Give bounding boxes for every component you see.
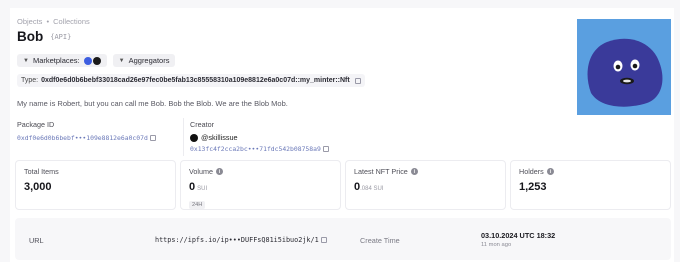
stat-card-latest-price: Latest NFT Price i 0.084 SUI bbox=[345, 160, 506, 210]
stat-label: Holders i bbox=[519, 167, 662, 176]
details-card: URL https://ipfs.io/ip•••DUFFsQ81i5ibuo2… bbox=[15, 218, 671, 260]
url-row: https://ipfs.io/ip•••DUFFsQ81i5ibuo2jk/1 bbox=[155, 236, 327, 244]
breadcrumb-separator: • bbox=[46, 17, 50, 26]
url-label: URL bbox=[29, 236, 44, 245]
type-value: 0xdf0e6d0b6bebf33018cad26e97fec0be5fab13… bbox=[41, 77, 350, 84]
creator-block: Creator @skillissue 0x13fc4f2cca2bc•••71… bbox=[190, 120, 329, 153]
stat-label-text: Volume bbox=[189, 167, 213, 176]
stat-card-holders: Holders i 1,253 bbox=[510, 160, 671, 210]
page-title: Bob bbox=[17, 29, 44, 44]
package-id-block: Package ID 0xdf0e6d0b6bebf•••109e8812e6a… bbox=[17, 120, 156, 142]
title-row: Bob {API} bbox=[17, 29, 71, 44]
breadcrumb-collections[interactable]: Collections bbox=[53, 17, 90, 26]
create-time-value: 03.10.2024 UTC 18:32 bbox=[481, 231, 556, 240]
stat-label: Volume i bbox=[189, 167, 332, 176]
package-id-label: Package ID bbox=[17, 120, 55, 129]
stat-value-text: 3,000 bbox=[24, 181, 52, 193]
aggregators-dropdown[interactable]: ▼ Aggregators bbox=[112, 54, 176, 67]
stat-value: 0 SUI bbox=[189, 181, 332, 193]
info-icon[interactable]: i bbox=[215, 168, 223, 175]
stat-label: Total Items bbox=[24, 167, 167, 176]
info-icon[interactable]: i bbox=[410, 168, 418, 175]
creator-address-link[interactable]: 0x13fc4f2cca2bc•••71fdc542b08758a9 bbox=[190, 145, 321, 153]
info-icon[interactable]: i bbox=[546, 168, 554, 175]
stat-value: 3,000 bbox=[24, 181, 167, 193]
divider bbox=[183, 118, 184, 156]
copy-icon[interactable] bbox=[320, 237, 327, 243]
creator-profile[interactable]: @skillissue bbox=[190, 133, 329, 142]
marketplace-icon bbox=[92, 56, 101, 65]
stat-value: 0.084 SUI bbox=[354, 181, 497, 193]
stat-card-total-items: Total Items 3,000 bbox=[15, 160, 176, 210]
create-time-label: Create Time bbox=[360, 236, 400, 245]
copy-icon[interactable] bbox=[354, 77, 361, 84]
stat-unit: .084 SUI bbox=[360, 186, 384, 192]
stat-card-volume: Volume i 0 SUI 24H bbox=[180, 160, 341, 210]
creator-label: Creator bbox=[190, 120, 214, 129]
copy-icon[interactable] bbox=[322, 146, 329, 152]
collection-image bbox=[577, 19, 671, 115]
aggregators-label: Aggregators bbox=[128, 56, 170, 65]
copy-icon[interactable] bbox=[149, 135, 156, 141]
type-label: Type: bbox=[21, 77, 39, 84]
marketplaces-dropdown[interactable]: ▼ Marketplaces: bbox=[17, 54, 107, 67]
blob-mascot-icon bbox=[587, 38, 663, 107]
stat-label-text: Total Items bbox=[24, 167, 59, 176]
marketplace-icons bbox=[83, 56, 101, 65]
package-id-row: 0xdf0e6d0b6bebf•••109e8812e6a0c07d bbox=[17, 134, 156, 142]
type-row: Type: 0xdf0e6d0b6bebf33018cad26e97fec0be… bbox=[17, 74, 365, 87]
stat-value-text: 1,253 bbox=[519, 181, 547, 193]
url-link[interactable]: https://ipfs.io/ip•••DUFFsQ81i5ibuo2jk/1 bbox=[155, 236, 319, 244]
api-badge[interactable]: {API} bbox=[50, 33, 71, 41]
package-id-link[interactable]: 0xdf0e6d0b6bebf•••109e8812e6a0c07d bbox=[17, 134, 148, 142]
stat-label-text: Latest NFT Price bbox=[354, 167, 408, 176]
marketplaces-label: Marketplaces: bbox=[32, 56, 80, 65]
creator-name: @skillissue bbox=[201, 133, 238, 142]
stat-unit: SUI bbox=[197, 186, 208, 192]
create-time-ago: 11 mon ago bbox=[481, 242, 512, 248]
collection-page: Objects • Collections Bob {API} ▼ Market… bbox=[10, 8, 674, 262]
stat-label-text: Holders bbox=[519, 167, 544, 176]
breadcrumb-objects[interactable]: Objects bbox=[17, 17, 42, 26]
period-badge: 24H bbox=[189, 201, 206, 209]
collection-description: My name is Robert, but you can call me B… bbox=[17, 99, 288, 108]
chevron-down-icon: ▼ bbox=[23, 57, 29, 64]
avatar bbox=[190, 133, 198, 142]
chevron-down-icon: ▼ bbox=[118, 57, 125, 64]
breadcrumb: Objects • Collections bbox=[17, 17, 90, 26]
stat-value: 1,253 bbox=[519, 181, 662, 193]
stats-row: Total Items 3,000 Volume i 0 SUI 24H Late… bbox=[15, 160, 671, 210]
creator-address-row: 0x13fc4f2cca2bc•••71fdc542b08758a9 bbox=[190, 145, 329, 153]
marketplace-icon bbox=[83, 56, 92, 65]
stat-label: Latest NFT Price i bbox=[354, 167, 497, 176]
stat-value-text: 0 bbox=[189, 181, 196, 193]
filter-bar: ▼ Marketplaces: ▼ Aggregators bbox=[17, 54, 176, 67]
